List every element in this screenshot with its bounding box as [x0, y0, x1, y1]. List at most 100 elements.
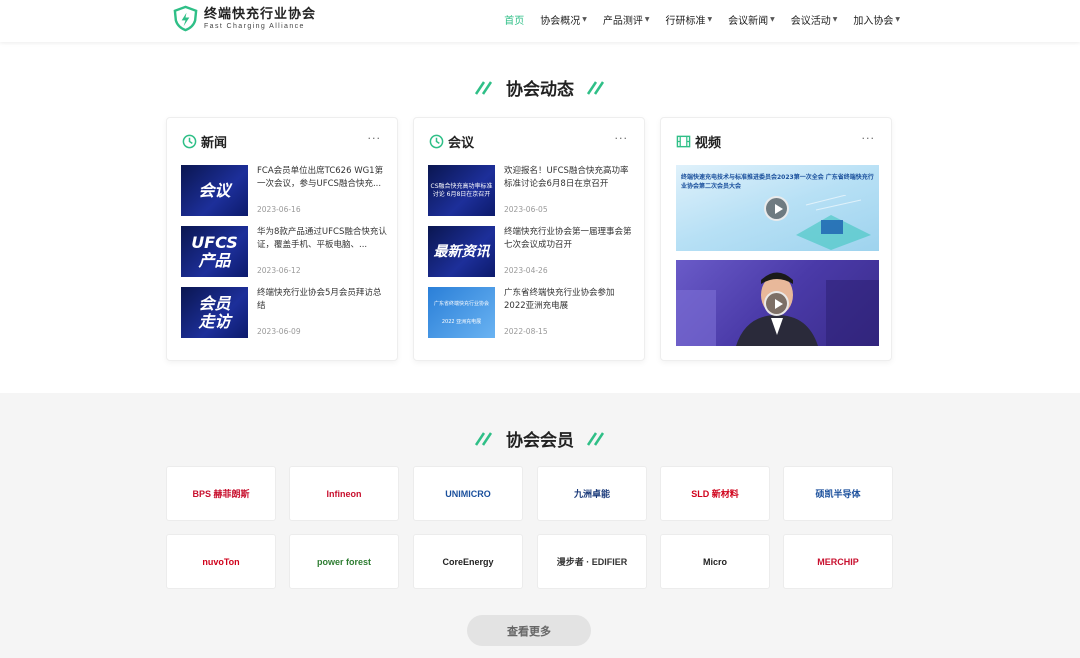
meeting-thumbnail: CS融合快充高功率标准讨论 6月8日在京召开: [428, 165, 495, 216]
meeting-thumbnail: 广东省终端快充行业协会 2022 亚洲充电展: [428, 287, 495, 338]
member-logo[interactable]: CoreEnergy: [413, 534, 523, 589]
video-item[interactable]: [676, 260, 879, 346]
chevron-down-icon: ▼: [895, 16, 900, 23]
nav-product-review[interactable]: 产品测评 ▼: [603, 12, 650, 27]
news-card-title: 新闻: [201, 136, 228, 151]
site-header: 终端快充行业协会 Fast Charging Alliance 首页 协会概况 ▼…: [0, 0, 1080, 42]
circuit-illustration: [796, 195, 871, 250]
meeting-thumbnail: 最新资讯: [428, 226, 495, 277]
member-logo[interactable]: Micro: [660, 534, 770, 589]
member-logo[interactable]: Infineon: [289, 466, 399, 521]
play-icon[interactable]: [764, 291, 789, 316]
videos-card: 视频 ··· 终端快速充电技术与标准推进委员会2023第一次全会 广东省终端快充…: [660, 117, 892, 361]
nav-product-review-label: 产品测评: [602, 16, 643, 27]
view-more-button[interactable]: 查看更多: [467, 615, 591, 646]
film-icon: [676, 135, 691, 148]
member-logo-name: Micro: [702, 556, 727, 567]
nav-join-label: 加入协会: [853, 16, 894, 27]
more-icon[interactable]: ···: [368, 132, 382, 145]
news-thumbnail: UFCS 产品: [181, 226, 248, 277]
news-item[interactable]: 会员 走访 终端快充行业协会5月会员拜访总结 2023-06-09: [181, 287, 391, 341]
slash-decor-icon: [586, 80, 605, 95]
play-icon[interactable]: [764, 196, 789, 221]
member-logo[interactable]: BPS 赫菲朗斯: [166, 466, 276, 521]
nav-join[interactable]: 加入协会 ▼: [853, 12, 900, 27]
nav-standards-label: 行研标准: [665, 16, 706, 27]
news-thumbnail: 会议: [181, 165, 248, 216]
member-logo[interactable]: 硕凯半导体: [783, 466, 893, 521]
member-logo-name: 漫步者 · EDIFIER: [556, 557, 628, 567]
member-logo[interactable]: 九洲卓能: [537, 466, 647, 521]
clock-icon: [182, 134, 197, 149]
news-date: 2023-06-09: [257, 327, 301, 336]
member-logo-name: 九洲卓能: [573, 489, 610, 499]
news-title[interactable]: 华为8款产品通过UFCS融合快充认证，覆盖手机、平板电脑、...: [257, 226, 387, 252]
chevron-down-icon: ▼: [770, 16, 775, 23]
brand-name-cn: 终端快充行业协会: [204, 6, 317, 22]
news-item[interactable]: UFCS 产品 华为8款产品通过UFCS融合快充认证，覆盖手机、平板电脑、...…: [181, 226, 391, 280]
member-logo[interactable]: SLD 新材料: [660, 466, 770, 521]
meetings-card-title: 会议: [448, 136, 475, 151]
nav-home[interactable]: 首页: [504, 12, 524, 27]
videos-card-title: 视频: [695, 136, 722, 151]
meeting-title[interactable]: 广东省终端快充行业协会参加2022亚洲充电展: [504, 287, 634, 313]
nav-meeting-news[interactable]: 会议新闻 ▼: [728, 12, 775, 27]
chevron-down-icon: ▼: [707, 16, 713, 23]
meeting-title[interactable]: 欢迎报名！UFCS融合快充高功率标准讨论会6月8日在京召开: [504, 165, 634, 191]
member-logo-name: SLD 新材料: [691, 489, 739, 499]
member-logo-name: power forest: [316, 556, 371, 567]
news-date: 2023-06-12: [257, 266, 301, 275]
member-logo-name: BPS 赫菲朗斯: [192, 489, 250, 499]
member-logo-name: Infineon: [326, 488, 362, 499]
news-title[interactable]: FCA会员单位出席TC626 WG1第一次会议，参与UFCS融合快充...: [257, 165, 387, 191]
news-date: 2023-06-16: [257, 205, 301, 214]
meeting-item[interactable]: 最新资讯 终端快充行业协会第一届理事会第七次会议成功召开 2023-04-26: [428, 226, 638, 280]
news-item[interactable]: 会议 FCA会员单位出席TC626 WG1第一次会议，参与UFCS融合快充...…: [181, 165, 391, 219]
nav-events[interactable]: 会议活动 ▼: [791, 12, 838, 27]
meeting-title[interactable]: 终端快充行业协会第一届理事会第七次会议成功召开: [504, 226, 634, 252]
nav-about[interactable]: 协会概况 ▼: [540, 12, 587, 27]
meeting-date: 2022-08-15: [504, 327, 548, 336]
main-nav: 首页 协会概况 ▼ 产品测评 ▼ 行研标准 ▼ 会议新闻 ▼ 会议活动 ▼ 加入协会 ▼: [488, 12, 900, 27]
nav-events-label: 会议活动: [790, 16, 831, 27]
chevron-down-icon: ▼: [582, 16, 587, 23]
meetings-card: 会议 ··· CS融合快充高功率标准讨论 6月8日在京召开 欢迎报名！UFCS融…: [413, 117, 645, 361]
chevron-down-icon: ▼: [644, 16, 650, 23]
more-icon[interactable]: ···: [862, 132, 876, 145]
slash-decor-icon: [586, 431, 605, 446]
chevron-down-icon: ▼: [832, 16, 838, 23]
brand-name-en: Fast Charging Alliance: [204, 22, 305, 30]
slash-decor-icon: [474, 431, 493, 446]
member-logo-name: CoreEnergy: [442, 556, 494, 567]
member-logo[interactable]: power forest: [289, 534, 399, 589]
member-logo[interactable]: 漫步者 · EDIFIER: [537, 534, 647, 589]
meeting-item[interactable]: CS融合快充高功率标准讨论 6月8日在京召开 欢迎报名！UFCS融合快充高功率标…: [428, 165, 638, 219]
video-caption: 终端快速充电技术与标准推进委员会2023第一次全会 广东省终端快充行业协会第二次…: [681, 174, 874, 190]
nav-about-label: 协会概况: [540, 16, 581, 27]
member-logo-name: nuvoTon: [202, 556, 240, 567]
nav-standards[interactable]: 行研标准 ▼: [666, 12, 713, 27]
member-logo[interactable]: UNIMICRO: [413, 466, 523, 521]
member-logo-name: UNIMICRO: [445, 488, 491, 499]
news-title[interactable]: 终端快充行业协会5月会员拜访总结: [257, 287, 387, 313]
meeting-date: 2023-04-26: [504, 266, 548, 275]
news-card: 新闻 ··· 会议 FCA会员单位出席TC626 WG1第一次会议，参与UFCS…: [166, 117, 398, 361]
nav-meeting-news-label: 会议新闻: [728, 16, 769, 27]
news-thumbnail: 会员 走访: [181, 287, 248, 338]
brand-logo[interactable]: 终端快充行业协会 Fast Charging Alliance: [172, 5, 316, 32]
meeting-date: 2023-06-05: [504, 205, 548, 214]
video-item[interactable]: 终端快速充电技术与标准推进委员会2023第一次全会 广东省终端快充行业协会第二次…: [676, 165, 879, 251]
slash-decor-icon: [474, 80, 493, 95]
member-logo[interactable]: MERCHIP: [783, 534, 893, 589]
member-logo-name: 硕凯半导体: [815, 489, 861, 499]
members-title: 协会会员: [506, 431, 574, 451]
member-logo-name: MERCHIP: [817, 556, 859, 567]
more-icon[interactable]: ···: [615, 132, 629, 145]
nav-home-label: 首页: [504, 16, 525, 27]
members-heading: 协会会员: [0, 426, 1080, 451]
clock-icon: [429, 134, 444, 149]
shield-logo-icon: [173, 5, 198, 32]
dynamics-title: 协会动态: [506, 80, 574, 100]
meeting-item[interactable]: 广东省终端快充行业协会 2022 亚洲充电展 广东省终端快充行业协会参加2022…: [428, 287, 638, 341]
member-logo[interactable]: nuvoTon: [166, 534, 276, 589]
